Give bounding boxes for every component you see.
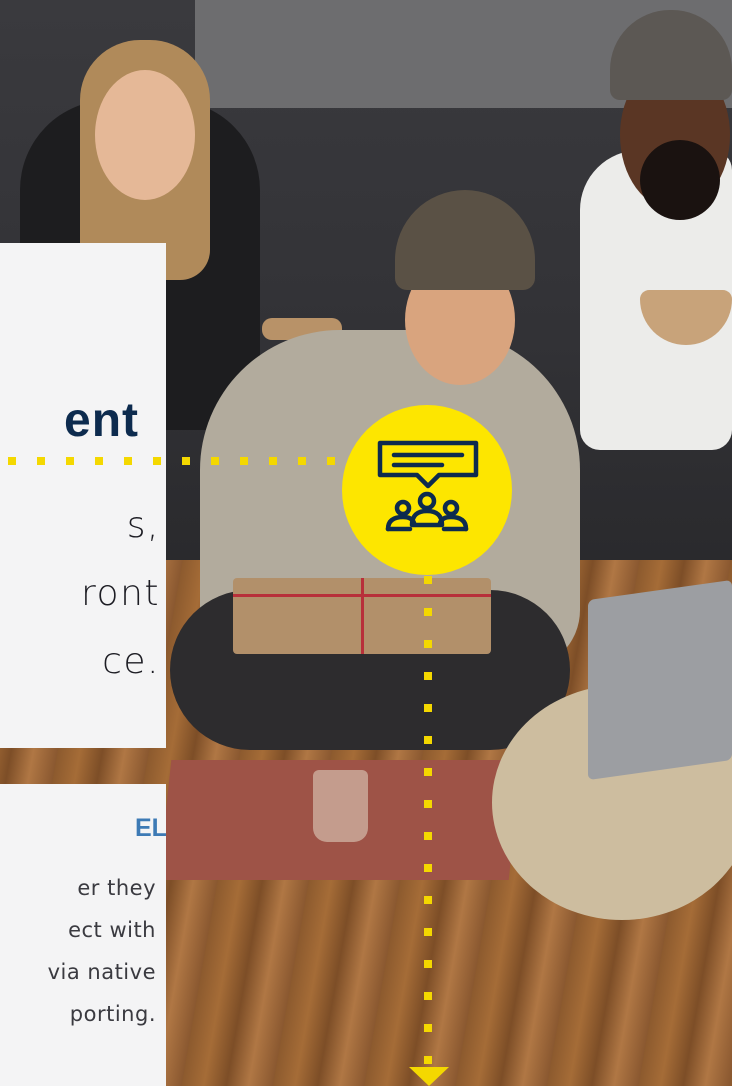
connector-dot	[424, 960, 432, 968]
feature-card-line: ront	[81, 573, 160, 614]
detail-card: EL er they ect with via native porting.	[0, 784, 166, 1086]
arrow-down-icon	[409, 1067, 449, 1086]
connector-dot	[269, 457, 277, 465]
connector-dot	[153, 457, 161, 465]
person-left-face	[95, 70, 195, 200]
connector-dot	[424, 736, 432, 744]
connector-dot	[240, 457, 248, 465]
detail-card-line: ect with	[68, 918, 156, 942]
detail-card-line: porting.	[69, 1002, 156, 1026]
detail-card-heading: EL	[135, 814, 166, 842]
connector-dot	[424, 608, 432, 616]
connector-dot	[182, 457, 190, 465]
detail-card-line: via native	[47, 960, 156, 984]
connector-dot	[424, 576, 432, 584]
connector-dot	[424, 832, 432, 840]
connector-dot	[424, 800, 432, 808]
connector-dot	[211, 457, 219, 465]
connector-dot	[327, 457, 335, 465]
feature-card-heading: ent	[64, 394, 139, 447]
connector-dot	[95, 457, 103, 465]
connector-dot	[424, 992, 432, 1000]
connector-dot	[424, 704, 432, 712]
connector-dot	[424, 1056, 432, 1064]
chat-group-icon	[377, 440, 479, 532]
connector-dot	[424, 1024, 432, 1032]
connector-dot	[424, 768, 432, 776]
mug	[313, 770, 368, 842]
vertical-dotted-connector	[424, 572, 434, 1072]
connector-dot	[66, 457, 74, 465]
feature-card-line: s,	[126, 505, 160, 546]
connector-dot	[424, 864, 432, 872]
connector-dot	[37, 457, 45, 465]
connector-dot	[8, 457, 16, 465]
connector-dot	[424, 672, 432, 680]
connector-dot	[124, 457, 132, 465]
connector-dot	[298, 457, 306, 465]
badge-circle	[342, 405, 512, 575]
connector-dot	[424, 928, 432, 936]
gift-box	[233, 578, 491, 654]
laptop	[588, 579, 732, 781]
detail-card-line: er they	[77, 876, 156, 900]
feature-card-line: ce.	[102, 641, 160, 682]
connector-dot	[424, 640, 432, 648]
feature-card: ent s, ront ce.	[0, 243, 166, 748]
horizontal-dotted-connector	[0, 456, 340, 466]
person-right-beard	[640, 140, 720, 220]
connector-dot	[424, 896, 432, 904]
